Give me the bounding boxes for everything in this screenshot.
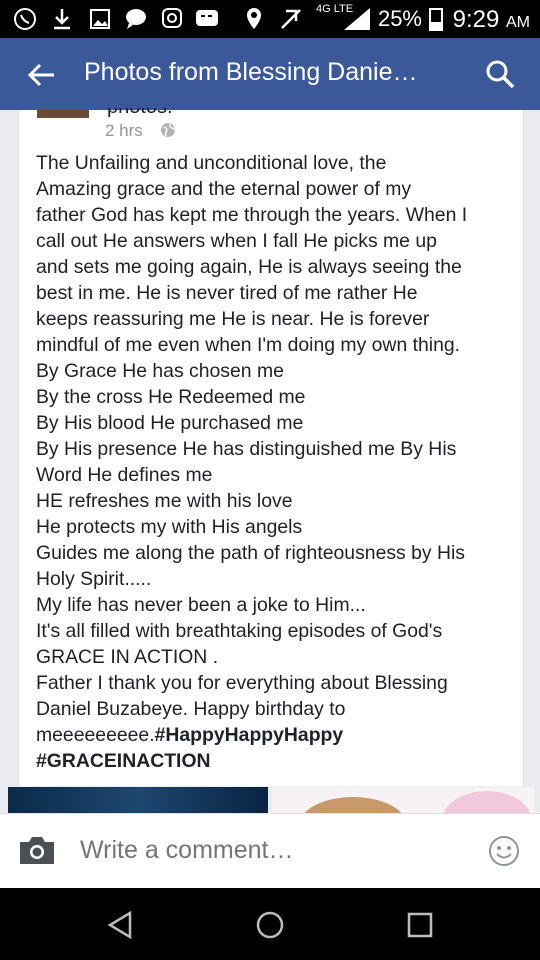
- back-arrow-icon[interactable]: [26, 60, 56, 90]
- post-text-line: Amazing grace and the eternal power of m…: [36, 178, 412, 200]
- download-icon: [54, 9, 70, 30]
- chat-icon: [126, 9, 146, 29]
- post-text-line: and sets me going again, He is always se…: [36, 256, 462, 278]
- hashtag-link[interactable]: #GRACEINACTION: [36, 750, 211, 772]
- clock: 9:29 AM: [452, 6, 530, 33]
- location-icon: [247, 8, 261, 29]
- comment-composer: [0, 813, 540, 889]
- post-text-line: Word He defines me: [36, 464, 213, 486]
- instagram-icon: [162, 8, 182, 28]
- post-text-line: Father I thank you for everything about …: [36, 672, 448, 694]
- navigation-bar: [0, 888, 540, 960]
- post-text-line: By Grace He has chosen me: [36, 360, 284, 382]
- post-text-line: keeps reassuring me He is near. He is fo…: [36, 308, 430, 330]
- post-text-line: GRACE IN ACTION .: [36, 646, 219, 668]
- post-card: photos. 2 hrs The Unfailing and uncondit…: [18, 108, 524, 786]
- post-text-line: He protects my with His angels: [36, 516, 303, 538]
- post-text-line: By His presence He has distinguished me …: [36, 438, 457, 460]
- status-bar: 4G LTE 25% 9:29 AM: [0, 0, 540, 38]
- hashtag-link[interactable]: #HappyHappyHappy: [155, 724, 344, 746]
- nav-home-icon[interactable]: [255, 910, 285, 940]
- post-timestamp[interactable]: 2 hrs: [105, 121, 143, 141]
- post-text-line: By the cross He Redeemed me: [36, 386, 306, 408]
- post-text-line: By His blood He purchased me: [36, 412, 304, 434]
- post-text-line: best in me. He is never tired of me rath…: [36, 282, 418, 304]
- photo-thumbnail[interactable]: [8, 787, 268, 815]
- post-text-tail: meeeeeeeee.: [36, 724, 155, 746]
- post-text-line: father God has kept me through the years…: [36, 204, 468, 226]
- photo-thumbnail[interactable]: [272, 787, 534, 815]
- author-avatar[interactable]: [37, 110, 89, 118]
- whatsapp-icon: [14, 8, 36, 30]
- page-title: Photos from Blessing Danie…: [84, 58, 418, 86]
- signal-icon: [344, 8, 370, 30]
- comment-input[interactable]: [80, 836, 460, 865]
- mute-icon: [281, 9, 301, 29]
- post-body: The Unfailing and unconditional love, th…: [36, 150, 520, 774]
- post-text-line: HE refreshes me with his love: [36, 490, 293, 512]
- app-bar: Photos from Blessing Danie…: [0, 38, 540, 110]
- battery-percent: 25%: [377, 6, 422, 31]
- post-text-line: Holy Spirit.....: [36, 568, 152, 590]
- post-text-line: Daniel Buzabeye. Happy birthday to: [36, 698, 346, 720]
- post-text-line: It's all filled with breathtaking episod…: [36, 620, 443, 642]
- bbm-icon: [196, 10, 218, 26]
- camera-icon[interactable]: [18, 834, 56, 866]
- globe-privacy-icon: [161, 123, 176, 137]
- nav-recents-icon[interactable]: [405, 910, 435, 940]
- search-icon[interactable]: [484, 58, 516, 90]
- post-text-line: The Unfailing and unconditional love, th…: [36, 152, 387, 174]
- nav-back-icon[interactable]: [106, 910, 136, 940]
- gallery-icon: [90, 9, 110, 29]
- post-text-line: call out He answers when I fall He picks…: [36, 230, 437, 252]
- post-text-line: My life has never been a joke to Him...: [36, 594, 366, 616]
- emoji-icon[interactable]: [488, 835, 520, 867]
- battery-icon: [429, 8, 443, 31]
- post-text-line: Guides me along the path of righteousnes…: [36, 542, 465, 564]
- post-text-line: mindful of me even when I'm doing my own…: [36, 334, 461, 356]
